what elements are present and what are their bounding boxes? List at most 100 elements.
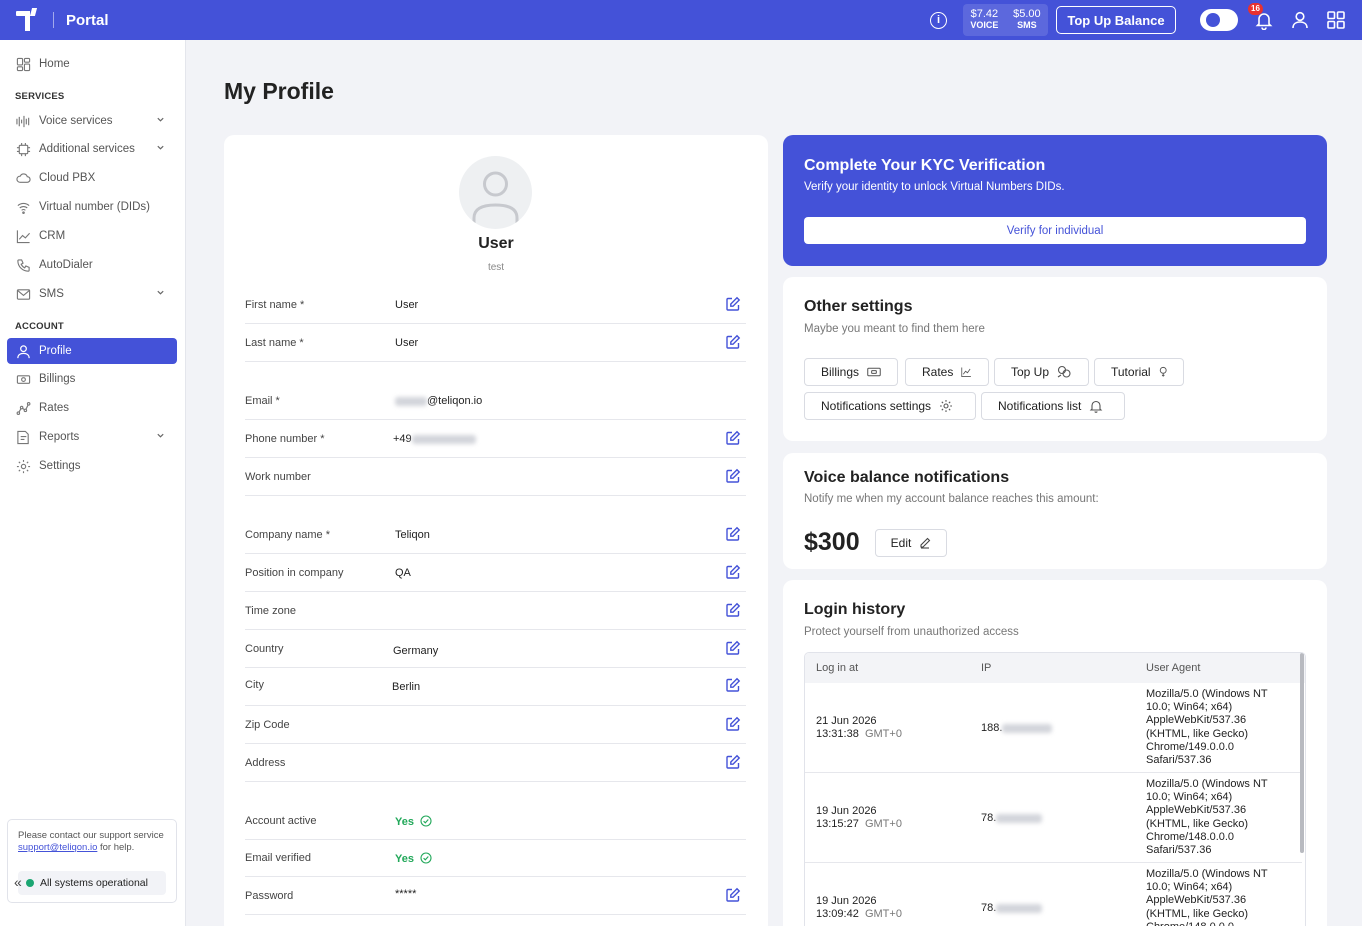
bell-icon[interactable]: 16 xyxy=(1248,3,1274,31)
notification-badge: 16 xyxy=(1248,3,1263,15)
sidebar-item-label: Home xyxy=(39,58,70,70)
sms-balance: $5.00 xyxy=(1013,8,1041,20)
apps-grid-icon[interactable] xyxy=(1326,10,1346,30)
sidebar-item-crm[interactable]: CRM xyxy=(7,223,177,249)
redacted-text xyxy=(411,434,476,444)
chip-label: Billings xyxy=(821,365,860,379)
table-row: 21 Jun 2026 13:31:38 GMT+0 188. Mozilla/5… xyxy=(805,683,1302,773)
app-title: Portal xyxy=(66,11,109,29)
sidebar-item-label: Settings xyxy=(39,460,81,472)
field-label: Work number xyxy=(245,471,311,483)
info-icon[interactable]: i xyxy=(930,11,947,29)
field-label: Email verified xyxy=(245,852,312,864)
edit-icon[interactable] xyxy=(725,754,741,770)
field-zip-code: Zip Code xyxy=(245,706,746,744)
edit-icon[interactable] xyxy=(725,677,741,693)
column-header: User Agent xyxy=(1146,662,1201,674)
field-value: User xyxy=(395,299,419,311)
edit-icon[interactable] xyxy=(725,430,741,446)
sidebar-item-voice-services[interactable]: Voice services xyxy=(7,108,177,134)
rates-link[interactable]: Rates xyxy=(905,358,989,386)
user-icon[interactable] xyxy=(1290,10,1310,30)
threshold-amount: $300 xyxy=(804,528,860,556)
edit-icon[interactable] xyxy=(725,887,741,903)
field-label: City xyxy=(245,679,264,691)
edit-icon[interactable] xyxy=(725,468,741,484)
edit-icon[interactable] xyxy=(725,526,741,542)
sidebar-item-label: Virtual number (DIDs) xyxy=(39,201,150,213)
edit-icon[interactable] xyxy=(725,640,741,656)
chip-icon xyxy=(15,141,31,157)
column-header: Log in at xyxy=(816,662,859,674)
sidebar-item-cloud-pbx[interactable]: Cloud PBX xyxy=(7,165,177,191)
check-circle-icon xyxy=(420,815,432,827)
edit-icon[interactable] xyxy=(725,716,741,732)
profile-username: test xyxy=(487,262,505,273)
login-ip: 188. xyxy=(981,722,1053,734)
login-date: 19 Jun 2026 xyxy=(816,895,877,907)
field-value: Berlin xyxy=(392,681,421,693)
edit-icon[interactable] xyxy=(725,334,741,350)
support-email-link[interactable]: support@teliqon.io xyxy=(18,842,97,853)
sidebar-item-sms[interactable]: SMS xyxy=(7,281,177,307)
check-circle-icon xyxy=(420,852,432,864)
redacted-text xyxy=(1002,723,1053,733)
sidebar-item-home[interactable]: Home xyxy=(7,51,177,77)
top-up-balance-button[interactable]: Top Up Balance xyxy=(1056,6,1176,34)
field-value-phone: +49 xyxy=(393,433,476,445)
login-time: 13:31:38 xyxy=(816,728,859,740)
field-value: QA xyxy=(395,567,411,579)
system-status: All systems operational xyxy=(18,871,166,895)
voice-label: VOICE xyxy=(970,20,999,30)
notifications-list-link[interactable]: Notifications list xyxy=(981,392,1125,420)
support-text: Please contact our support service xyxy=(18,830,164,841)
sidebar-item-virtual-number[interactable]: Virtual number (DIDs) xyxy=(7,194,177,220)
sidebar-item-rates[interactable]: Rates xyxy=(7,395,177,421)
notifications-settings-link[interactable]: Notifications settings xyxy=(804,392,976,420)
chart-icon xyxy=(15,228,31,244)
field-value: Yes xyxy=(395,816,414,828)
cloud-icon xyxy=(15,170,31,186)
edit-threshold-button[interactable]: Edit xyxy=(875,529,947,557)
login-datetime: 19 Jun 2026 13:15:27 GMT+0 xyxy=(816,805,902,831)
field-label: First name * xyxy=(245,299,305,311)
table-row: 19 Jun 2026 13:15:27 GMT+0 78. Mozilla/5.… xyxy=(805,773,1302,863)
sidebar-item-label: AutoDialer xyxy=(39,259,93,271)
sms-label: SMS xyxy=(1017,20,1037,30)
sidebar-item-billings[interactable]: Billings xyxy=(7,366,177,392)
sidebar-item-autodialer[interactable]: AutoDialer xyxy=(7,252,177,278)
theme-toggle[interactable] xyxy=(1200,9,1238,31)
chip-label: Tutorial xyxy=(1111,365,1151,379)
top-bar: Portal i $7.42 VOICE $5.00 SMS Top Up Bala… xyxy=(0,0,1362,40)
logo[interactable] xyxy=(16,8,40,32)
sidebar-item-additional-services[interactable]: Additional services xyxy=(7,136,177,162)
login-datetime: 21 Jun 2026 13:31:38 GMT+0 xyxy=(816,715,902,741)
edit-icon[interactable] xyxy=(725,564,741,580)
login-datetime: 19 Jun 2026 13:09:42 GMT+0 xyxy=(816,895,902,921)
status-dot-icon xyxy=(26,879,34,887)
collapse-sidebar-button[interactable]: « xyxy=(14,874,22,890)
sidebar-item-profile[interactable]: Profile xyxy=(7,338,177,364)
field-value: +49 xyxy=(393,433,412,445)
edit-icon[interactable] xyxy=(725,602,741,618)
field-city: City Berlin xyxy=(245,668,746,706)
redacted-text xyxy=(996,813,1043,823)
table-scrollbar[interactable] xyxy=(1300,653,1304,853)
verify-individual-button[interactable]: Verify for individual xyxy=(804,217,1306,244)
sidebar-item-settings[interactable]: Settings xyxy=(7,453,177,479)
login-history-card: Login history Protect yourself from unau… xyxy=(783,580,1327,926)
sidebar-item-label: Profile xyxy=(39,345,72,357)
top-up-link[interactable]: Top Up xyxy=(994,358,1089,386)
phone-icon xyxy=(15,257,31,273)
waveform-icon xyxy=(15,113,31,129)
tutorial-link[interactable]: Tutorial xyxy=(1094,358,1184,386)
edit-icon[interactable] xyxy=(725,296,741,312)
coins-icon xyxy=(1057,365,1071,378)
billings-link[interactable]: Billings xyxy=(804,358,898,386)
sidebar-item-reports[interactable]: Reports xyxy=(7,424,177,450)
signal-icon xyxy=(15,199,31,215)
avatar[interactable] xyxy=(459,156,532,229)
sidebar-item-label: SMS xyxy=(39,288,64,300)
section-heading: SERVICES xyxy=(15,91,65,102)
table-header: Log in at IP User Agent xyxy=(805,653,1305,683)
